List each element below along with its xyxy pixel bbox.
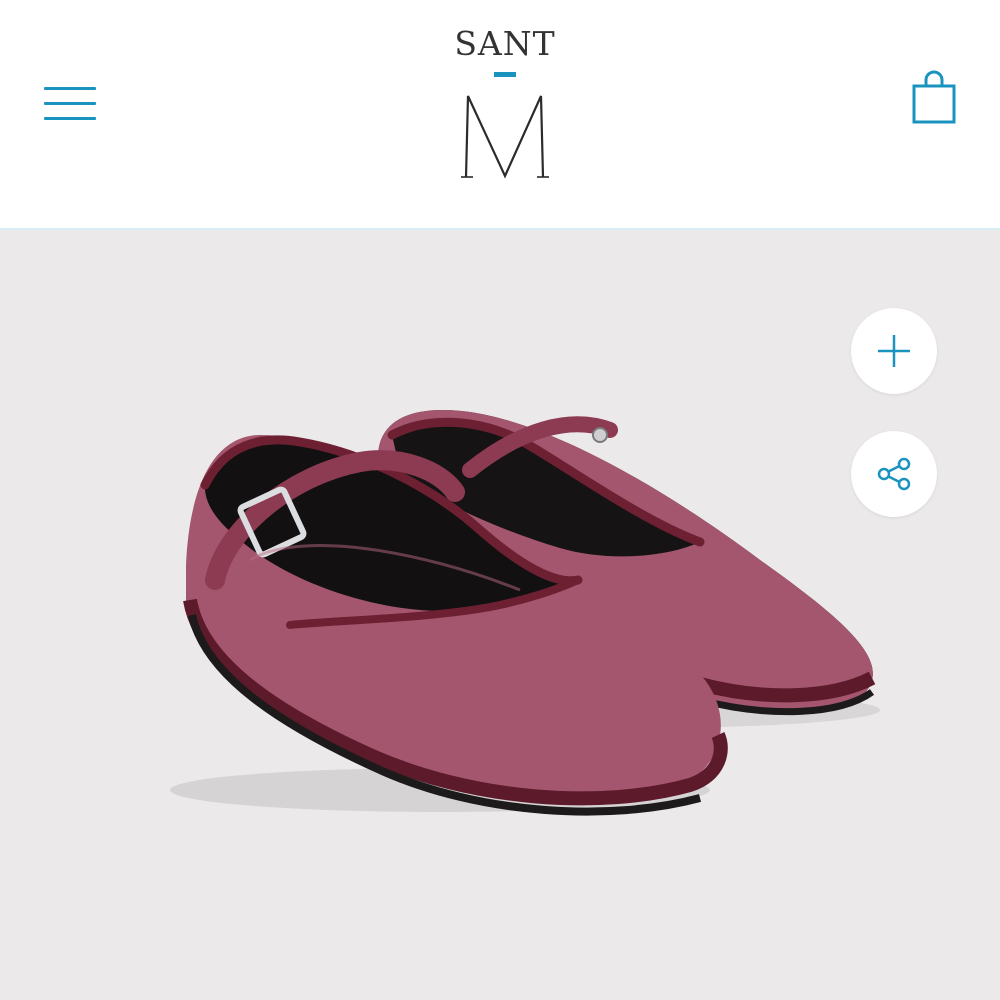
hamburger-line-middle <box>44 102 96 105</box>
hamburger-line-bottom <box>44 117 96 120</box>
hamburger-line-top <box>44 87 96 90</box>
brand-mark-m <box>461 95 549 179</box>
shopping-bag-icon <box>912 70 956 124</box>
brand-logo[interactable]: SANT <box>430 18 580 188</box>
site-header: SANT <box>0 0 1000 230</box>
product-image-area <box>0 230 1000 1000</box>
product-photo-velvet-mary-jane-flats[interactable] <box>0 230 1000 1000</box>
plus-icon <box>878 335 910 367</box>
brand-name-top: SANT <box>454 24 556 63</box>
share-icon <box>877 457 911 491</box>
share-button[interactable] <box>851 431 937 517</box>
cart-button[interactable] <box>910 70 958 126</box>
menu-button[interactable] <box>44 84 98 124</box>
add-to-wishlist-button[interactable] <box>851 308 937 394</box>
brand-accent-dash <box>494 72 516 77</box>
